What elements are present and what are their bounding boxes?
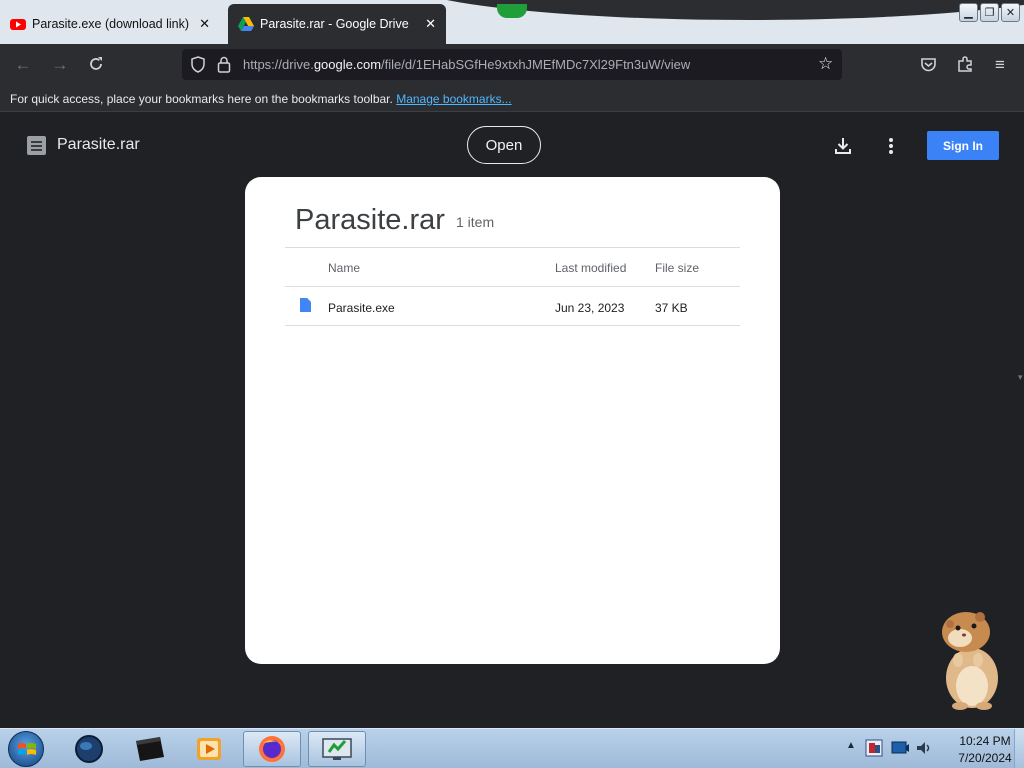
shield-icon[interactable] — [190, 56, 206, 73]
globe-icon — [75, 735, 103, 763]
pocket-icon[interactable] — [920, 56, 937, 73]
google-drive-icon — [238, 17, 254, 31]
show-hidden-icons-icon[interactable]: ▲ — [846, 740, 856, 751]
column-modified-header[interactable]: Last modified — [555, 261, 626, 275]
youtube-icon — [10, 19, 26, 30]
taskbar-app-device[interactable] — [120, 731, 178, 767]
media-player-icon — [197, 738, 221, 760]
url-text[interactable]: https://drive.google.com/file/d/1EHabSGf… — [243, 57, 690, 72]
file-name: Parasite.exe — [328, 301, 395, 315]
url-prefix: https://drive. — [243, 57, 314, 72]
close-window-button[interactable]: ✕ — [1001, 3, 1020, 22]
url-domain: google.com — [313, 57, 382, 72]
back-arrow-icon[interactable]: ← — [13, 55, 33, 75]
theme-decoration-green — [497, 4, 527, 18]
open-button[interactable]: Open — [467, 126, 541, 164]
bookmarks-message: For quick access, place your bookmarks h… — [10, 92, 393, 106]
taskbar-app-globe[interactable] — [60, 731, 118, 767]
file-size: 37 KB — [655, 301, 688, 315]
device-icon — [136, 737, 164, 761]
archive-title: Parasite.rar — [295, 204, 445, 236]
tab-title: Parasite.rar - Google Drive — [260, 17, 409, 31]
minimize-button[interactable]: ▁ — [959, 3, 978, 22]
address-bar[interactable]: https://drive.google.com/file/d/1EHabSGf… — [182, 49, 842, 80]
taskbar: ▲ 10:24 PM 7/20/2024 — [0, 728, 1024, 768]
archive-file-icon — [27, 136, 46, 155]
bookmark-star-icon[interactable]: ☆ — [818, 54, 833, 74]
forward-arrow-icon[interactable]: → — [50, 55, 70, 75]
file-title: Parasite.rar — [57, 136, 140, 153]
extensions-icon[interactable] — [956, 55, 974, 73]
clock-time[interactable]: 10:24 PM — [950, 734, 1020, 748]
volume-icon[interactable] — [914, 738, 934, 758]
sign-in-button[interactable]: Sign In — [927, 131, 999, 160]
tab-title: Parasite.exe (download link) - Y — [32, 17, 194, 31]
taskbar-app-monitor[interactable] — [308, 731, 366, 767]
table-row[interactable]: Parasite.exe Jun 23, 2023 37 KB — [285, 287, 740, 325]
tab-youtube[interactable]: Parasite.exe (download link) - Y ✕ — [0, 4, 220, 44]
windows-logo-icon — [18, 743, 36, 755]
drive-header: Parasite.rar Open Sign In — [0, 113, 1024, 175]
restore-button[interactable]: ❐ — [980, 3, 999, 22]
navigation-toolbar: ← → https://drive.google.com/file/d/1EHa… — [0, 44, 1024, 86]
column-name-header[interactable]: Name — [328, 261, 360, 275]
action-center-flag-icon[interactable] — [864, 738, 884, 758]
close-tab-icon[interactable]: ✕ — [425, 16, 436, 32]
scroll-indicator-icon: ▾ — [1018, 372, 1023, 382]
table-header: Name Last modified File size — [285, 248, 740, 286]
document-icon — [300, 298, 311, 312]
theme-decoration — [400, 0, 1024, 20]
network-monitor-icon[interactable] — [890, 738, 910, 758]
close-tab-icon[interactable]: ✕ — [199, 16, 210, 32]
show-desktop-button[interactable] — [1014, 729, 1024, 768]
clock-date[interactable]: 7/20/2024 — [950, 751, 1020, 765]
hamster-desktop-pet — [942, 612, 998, 710]
divider — [285, 325, 740, 326]
taskbar-app-firefox[interactable] — [243, 731, 301, 767]
reload-icon[interactable] — [86, 55, 106, 75]
file-modified: Jun 23, 2023 — [555, 301, 625, 315]
tab-google-drive[interactable]: Parasite.rar - Google Drive ✕ — [228, 4, 446, 44]
system-tray: ▲ 10:24 PM 7/20/2024 — [840, 729, 1024, 768]
lock-icon[interactable] — [217, 56, 231, 73]
monitor-icon — [322, 738, 352, 760]
firefox-icon — [259, 736, 285, 762]
menu-hamburger-icon[interactable]: ≡ — [990, 55, 1010, 75]
manage-bookmarks-link[interactable]: Manage bookmarks... — [396, 92, 511, 106]
start-button[interactable] — [8, 731, 44, 767]
download-icon[interactable] — [832, 135, 854, 157]
taskbar-app-media-player[interactable] — [180, 731, 238, 767]
more-options-icon[interactable] — [880, 135, 902, 157]
column-size-header[interactable]: File size — [655, 261, 699, 275]
archive-preview-card: Parasite.rar 1 item Name Last modified F… — [245, 177, 780, 664]
bookmarks-toolbar: For quick access, place your bookmarks h… — [0, 86, 1024, 112]
archive-file-table: Name Last modified File size Parasite.ex… — [285, 247, 740, 326]
url-path: /file/d/1EHabSGfHe9xtxhJMEfMDc7Xl29Ftn3u… — [381, 57, 691, 72]
window-controls: ▁ ❐ ✕ — [959, 3, 1020, 22]
tab-strip: Parasite.exe (download link) - Y ✕ Paras… — [0, 0, 1024, 44]
item-count: 1 item — [456, 214, 495, 230]
